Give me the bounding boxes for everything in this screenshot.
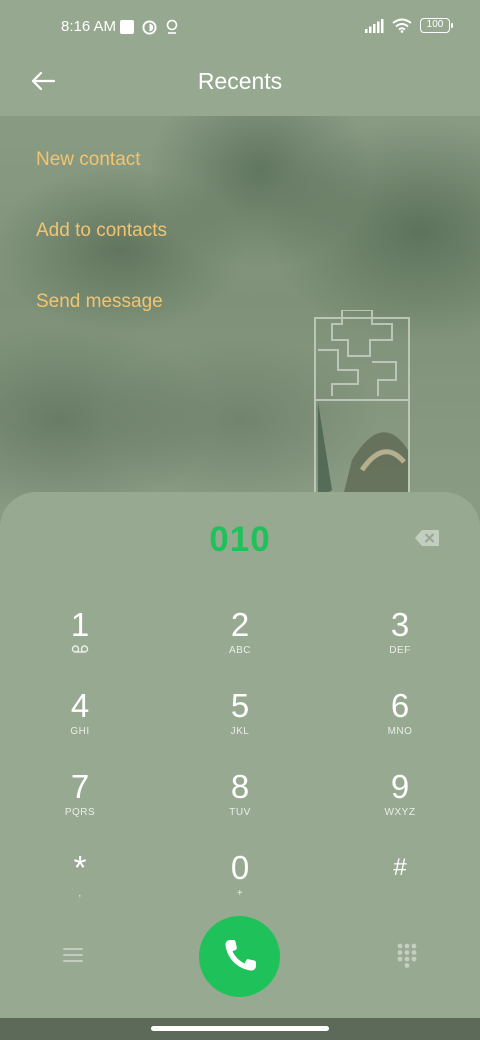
dialed-number: 010 (209, 520, 271, 559)
key-hash[interactable]: # (340, 849, 460, 919)
key-4[interactable]: 4 GHI (20, 687, 140, 757)
key-letters: ABC (228, 645, 252, 656)
page-title: Recents (197, 68, 283, 94)
signal-icon (365, 18, 384, 33)
new-contact-link[interactable]: New contact (36, 145, 167, 216)
key-digit: 4 (70, 687, 90, 724)
key-letters: WXYZ (384, 807, 416, 818)
key-digit: # (393, 854, 407, 881)
status-time: 8:16 AM (61, 18, 117, 35)
voicemail-icon (20, 644, 140, 659)
status-icons-right: 100 (364, 18, 453, 33)
key-0[interactable]: 0 + (180, 849, 300, 919)
wifi-icon (392, 18, 412, 33)
add-to-contacts-link[interactable]: Add to contacts (36, 216, 167, 287)
home-indicator[interactable] (151, 1026, 329, 1031)
key-letters: DEF (389, 645, 411, 656)
decorative-artwork (314, 310, 410, 500)
key-digit: 9 (390, 768, 410, 805)
key-letters: TUV (229, 807, 251, 818)
key-digit: 6 (390, 687, 410, 724)
actions-list: New contact Add to contacts Send message (36, 145, 167, 358)
key-5[interactable]: 5 JKL (180, 687, 300, 757)
key-6[interactable]: 6 MNO (340, 687, 460, 757)
key-letters: + (236, 888, 244, 899)
key-letters: GHI (70, 726, 90, 737)
menu-button[interactable] (62, 946, 84, 964)
key-9[interactable]: 9 WXYZ (340, 768, 460, 838)
key-2[interactable]: 2 ABC (180, 606, 300, 676)
call-button[interactable] (199, 916, 280, 997)
key-3[interactable]: 3 DEF (340, 606, 460, 676)
key-digit: 2 (230, 606, 250, 643)
key-letters: JKL (230, 726, 250, 737)
key-letters: PQRS (64, 807, 96, 818)
key-digit: 8 (230, 768, 250, 805)
notification-square-icon (120, 20, 134, 34)
backspace-button[interactable] (414, 528, 440, 548)
location-pin-icon (166, 19, 178, 34)
key-digit: 0 (230, 849, 250, 886)
phone-icon (225, 940, 256, 971)
key-digit: 5 (230, 687, 250, 724)
key-letters: MNO (387, 726, 413, 737)
key-digit: 3 (390, 606, 410, 643)
header: Recents (0, 56, 480, 116)
status-icons-left (120, 19, 179, 35)
send-message-link[interactable]: Send message (36, 287, 167, 358)
key-1[interactable]: 1 (20, 606, 140, 676)
key-7[interactable]: 7 PQRS (20, 768, 140, 838)
keypad-toggle-button[interactable] (396, 942, 418, 968)
key-digit: 1 (70, 606, 90, 643)
menu-icon (63, 948, 83, 962)
key-digit: 7 (70, 768, 90, 805)
key-letters: , (78, 888, 82, 899)
dialpad-icon (397, 943, 417, 968)
key-digit: * (73, 849, 87, 886)
data-saver-icon (142, 19, 157, 35)
backspace-icon (415, 530, 439, 546)
key-star[interactable]: * , (20, 849, 140, 919)
dialer-panel: 010 1 2 ABC 3 DEF 4 GHI 5 JKL 6 MNO 7 PQ… (0, 492, 480, 1040)
battery-icon: 100 (420, 18, 453, 33)
status-bar: 8:16 AM 100 (0, 0, 480, 56)
key-8[interactable]: 8 TUV (180, 768, 300, 838)
